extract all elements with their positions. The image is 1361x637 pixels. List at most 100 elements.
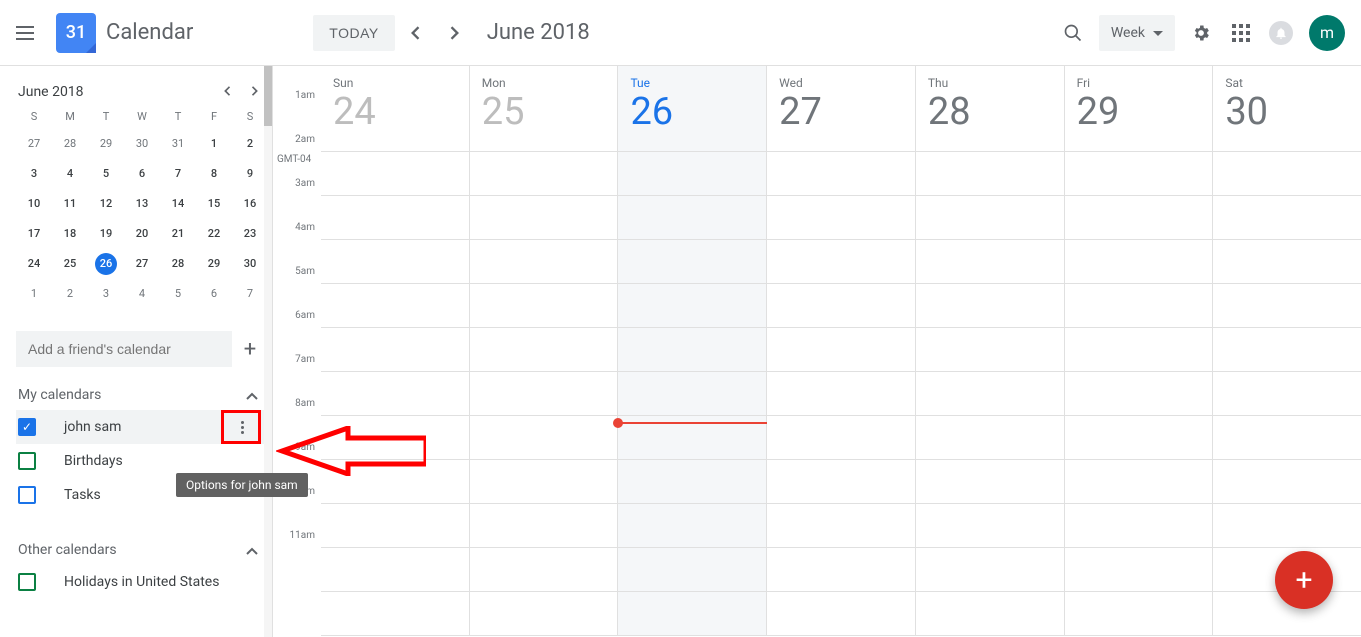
mini-day[interactable]: 20 <box>124 219 160 249</box>
day-header[interactable]: Wed27 <box>766 66 915 151</box>
mini-day[interactable]: 30 <box>124 129 160 159</box>
time-slot[interactable] <box>1212 372 1361 415</box>
time-slot[interactable] <box>1064 240 1213 283</box>
time-slot[interactable] <box>617 504 766 547</box>
add-calendar-button[interactable]: + <box>232 337 268 362</box>
prev-week-button[interactable] <box>395 26 435 40</box>
my-calendars-header[interactable]: My calendars <box>16 367 268 410</box>
mini-day[interactable]: 4 <box>52 159 88 189</box>
mini-day[interactable]: 28 <box>160 249 196 279</box>
mini-day[interactable]: 23 <box>232 219 268 249</box>
time-slot[interactable] <box>1064 504 1213 547</box>
time-slot[interactable] <box>469 372 618 415</box>
time-slot[interactable] <box>617 284 766 327</box>
time-slot[interactable] <box>1064 372 1213 415</box>
calendar-item[interactable]: Holidays in United States <box>16 565 268 599</box>
day-header[interactable]: Sun24 <box>321 66 469 151</box>
time-slot[interactable] <box>321 460 469 503</box>
time-slot[interactable] <box>469 548 618 591</box>
time-slot[interactable] <box>1212 284 1361 327</box>
settings-gear-icon[interactable] <box>1181 13 1221 53</box>
mini-day[interactable]: 28 <box>52 129 88 159</box>
time-slot[interactable] <box>469 592 618 635</box>
mini-day[interactable]: 29 <box>88 129 124 159</box>
time-slot[interactable] <box>766 504 915 547</box>
mini-day[interactable]: 31 <box>160 129 196 159</box>
mini-day[interactable]: 12 <box>88 189 124 219</box>
mini-day[interactable]: 1 <box>16 279 52 309</box>
time-slot[interactable] <box>617 592 766 635</box>
mini-day[interactable]: 9 <box>232 159 268 189</box>
time-slot[interactable] <box>469 240 618 283</box>
account-avatar[interactable]: m <box>1309 15 1345 51</box>
mini-day[interactable]: 15 <box>196 189 232 219</box>
time-slot[interactable] <box>766 416 915 459</box>
time-slot[interactable] <box>617 240 766 283</box>
mini-day[interactable]: 3 <box>16 159 52 189</box>
time-slot[interactable] <box>766 284 915 327</box>
time-slot[interactable] <box>1212 328 1361 371</box>
mini-day[interactable]: 13 <box>124 189 160 219</box>
time-slot[interactable] <box>321 328 469 371</box>
mini-day[interactable]: 29 <box>196 249 232 279</box>
calendar-options-icon[interactable] <box>232 417 252 437</box>
calendar-checkbox[interactable] <box>18 452 36 470</box>
time-grid[interactable] <box>321 152 1361 637</box>
time-slot[interactable] <box>1212 504 1361 547</box>
mini-day[interactable]: 11 <box>52 189 88 219</box>
mini-next-month[interactable] <box>248 84 262 100</box>
time-slot[interactable] <box>1212 196 1361 239</box>
time-slot[interactable] <box>915 284 1064 327</box>
mini-day[interactable]: 24 <box>16 249 52 279</box>
mini-day[interactable]: 8 <box>196 159 232 189</box>
time-slot[interactable] <box>469 328 618 371</box>
mini-day[interactable]: 21 <box>160 219 196 249</box>
mini-day[interactable]: 25 <box>52 249 88 279</box>
next-week-button[interactable] <box>435 26 475 40</box>
mini-day[interactable]: 10 <box>16 189 52 219</box>
notifications-icon[interactable] <box>1261 13 1301 53</box>
time-slot[interactable] <box>915 460 1064 503</box>
time-slot[interactable] <box>766 548 915 591</box>
time-slot[interactable] <box>1064 196 1213 239</box>
time-slot[interactable] <box>1064 416 1213 459</box>
time-slot[interactable] <box>766 152 915 195</box>
day-header[interactable]: Thu28 <box>915 66 1064 151</box>
time-slot[interactable] <box>1064 548 1213 591</box>
calendar-item[interactable]: ✓john sam <box>16 410 268 444</box>
time-slot[interactable] <box>766 328 915 371</box>
time-slot[interactable] <box>766 460 915 503</box>
time-slot[interactable] <box>321 372 469 415</box>
mini-day[interactable]: 18 <box>52 219 88 249</box>
mini-day[interactable]: 27 <box>16 129 52 159</box>
time-slot[interactable] <box>321 152 469 195</box>
time-slot[interactable] <box>1212 152 1361 195</box>
time-slot[interactable] <box>915 416 1064 459</box>
time-slot[interactable] <box>1212 240 1361 283</box>
sidebar-scrollbar[interactable] <box>264 66 272 637</box>
time-slot[interactable] <box>1212 460 1361 503</box>
time-slot[interactable] <box>321 504 469 547</box>
mini-day[interactable]: 7 <box>160 159 196 189</box>
day-header[interactable]: Fri29 <box>1064 66 1213 151</box>
time-slot[interactable] <box>321 240 469 283</box>
time-slot[interactable] <box>321 284 469 327</box>
time-slot[interactable] <box>469 416 618 459</box>
mini-day[interactable]: 5 <box>160 279 196 309</box>
day-header[interactable]: Mon25 <box>469 66 618 151</box>
calendar-checkbox[interactable]: ✓ <box>18 418 36 436</box>
mini-day[interactable]: 6 <box>124 159 160 189</box>
time-slot[interactable] <box>321 416 469 459</box>
time-slot[interactable] <box>915 548 1064 591</box>
time-slot[interactable] <box>915 592 1064 635</box>
day-header[interactable]: Tue26 <box>617 66 766 151</box>
view-selector[interactable]: Week <box>1099 15 1175 51</box>
apps-grid-icon[interactable] <box>1221 13 1261 53</box>
time-slot[interactable] <box>915 372 1064 415</box>
time-slot[interactable] <box>617 548 766 591</box>
time-slot[interactable] <box>321 196 469 239</box>
mini-day[interactable]: 2 <box>232 129 268 159</box>
mini-day[interactable]: 17 <box>16 219 52 249</box>
time-slot[interactable] <box>766 592 915 635</box>
time-slot[interactable] <box>915 240 1064 283</box>
